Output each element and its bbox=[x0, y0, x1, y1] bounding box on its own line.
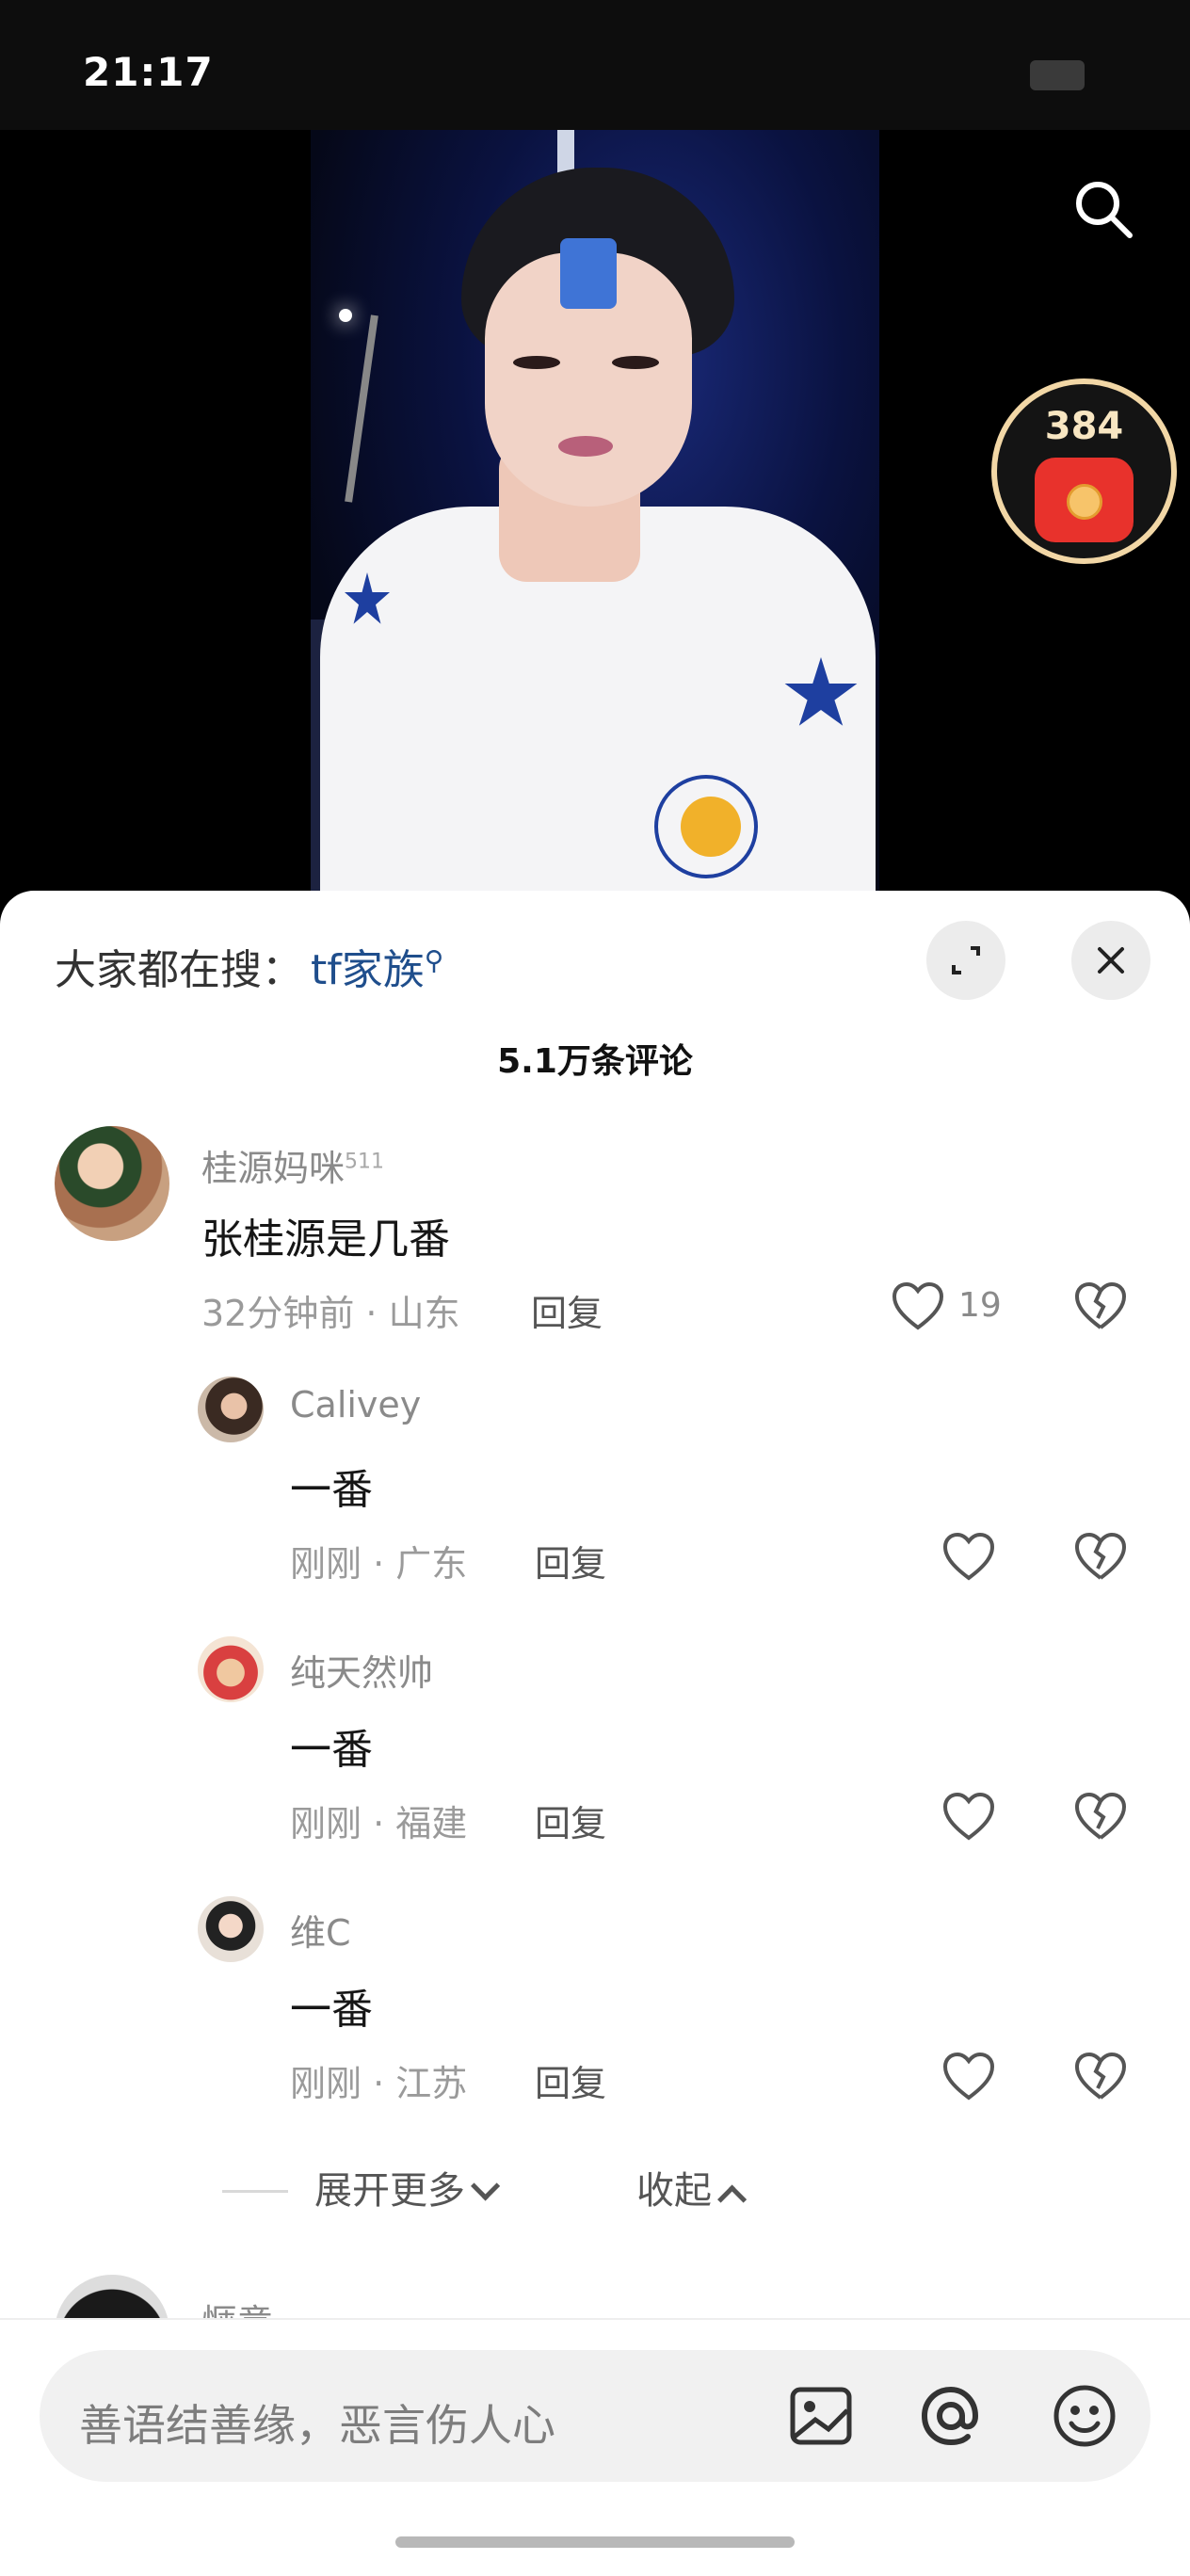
chevron-down-icon bbox=[471, 2171, 501, 2201]
video-frame bbox=[311, 130, 879, 894]
expand-button[interactable] bbox=[926, 921, 1005, 1000]
close-button[interactable] bbox=[1071, 921, 1150, 1000]
expand-more-button[interactable]: 展开更多 bbox=[314, 2160, 501, 2214]
comments-panel: 大家都在搜： tf家族⚲ 5.1万条评论 桂源妈咪511 张桂源是几番 32分钟前… bbox=[0, 891, 1190, 2576]
battery-icon bbox=[1030, 60, 1085, 90]
street-lamp bbox=[339, 309, 352, 322]
heart-icon[interactable] bbox=[941, 1531, 996, 1582]
avatar[interactable] bbox=[198, 1896, 264, 1962]
comment-count: 5.1万条评论 bbox=[497, 1042, 693, 1081]
trending-search[interactable]: 大家都在搜： tf家族⚲ bbox=[55, 936, 443, 996]
avatar[interactable] bbox=[198, 1636, 264, 1702]
comment-text[interactable]: 张桂源是几番 bbox=[201, 1205, 450, 1265]
left-eye bbox=[513, 356, 560, 369]
input-placeholder: 善语结善缘，恶言伤人心 bbox=[79, 2400, 555, 2451]
reply-button[interactable]: 回复 bbox=[535, 2054, 606, 2106]
close-icon bbox=[1098, 947, 1124, 974]
image-icon[interactable] bbox=[787, 2382, 855, 2450]
author-badge: 511 bbox=[345, 1150, 385, 1174]
broken-heart-icon[interactable] bbox=[1073, 1791, 1128, 1842]
comment-meta: 刚刚 · 广东 bbox=[290, 1543, 468, 1585]
collapse-button[interactable]: 收起 bbox=[636, 2160, 748, 2214]
heart-icon[interactable] bbox=[891, 1280, 945, 1331]
heart-icon[interactable] bbox=[941, 2051, 996, 2101]
lips bbox=[558, 436, 613, 457]
status-bar: 21:17 bbox=[0, 0, 1190, 130]
avatar[interactable] bbox=[55, 1126, 169, 1241]
comment-text[interactable]: 一番 bbox=[290, 1715, 373, 1776]
reply-button[interactable]: 回复 bbox=[535, 1795, 606, 1846]
emoji-icon[interactable] bbox=[1051, 2382, 1118, 2450]
comment-author[interactable]: 维C bbox=[290, 1904, 351, 1956]
right-eye bbox=[612, 356, 659, 369]
red-packet-count: 384 bbox=[1044, 405, 1124, 448]
comment-author[interactable]: Calivey bbox=[290, 1384, 421, 1425]
video-player[interactable]: 384 bbox=[0, 130, 1190, 894]
comment-meta: 32分钟前 · 山东 bbox=[201, 1293, 460, 1334]
divider bbox=[222, 2190, 288, 2193]
expand-icon bbox=[952, 946, 980, 974]
lamp-post bbox=[345, 314, 378, 503]
comment-text[interactable]: 一番 bbox=[290, 1975, 373, 2036]
status-time: 21:17 bbox=[83, 49, 214, 95]
headband bbox=[560, 238, 617, 309]
coin-icon bbox=[1067, 484, 1102, 520]
broken-heart-icon[interactable] bbox=[1073, 2051, 1128, 2101]
reply-button[interactable]: 回复 bbox=[535, 1535, 606, 1586]
trending-label: 大家都在搜： bbox=[55, 946, 303, 994]
home-indicator[interactable] bbox=[395, 2536, 795, 2548]
at-icon[interactable] bbox=[917, 2382, 985, 2450]
comment-author[interactable]: 桂源妈咪511 bbox=[201, 1139, 384, 1191]
broken-heart-icon[interactable] bbox=[1073, 1531, 1128, 1582]
comment-author[interactable]: 纯天然帅 bbox=[290, 1644, 433, 1696]
reply-controls: 展开更多 收起 bbox=[0, 2160, 1190, 2216]
comment-meta: 刚刚 · 福建 bbox=[290, 1803, 468, 1844]
heart-icon[interactable] bbox=[941, 1791, 996, 1842]
search-icon: ⚲ bbox=[424, 944, 444, 976]
comment-text[interactable]: 一番 bbox=[290, 1456, 373, 1516]
avatar[interactable] bbox=[198, 1377, 264, 1442]
red-packet-widget[interactable]: 384 bbox=[991, 378, 1177, 564]
like-count: 19 bbox=[958, 1286, 1002, 1325]
search-icon[interactable] bbox=[1069, 175, 1137, 243]
basketball-logo bbox=[681, 797, 741, 857]
chevron-up-icon bbox=[717, 2184, 748, 2214]
comment-input[interactable]: 善语结善缘，恶言伤人心 bbox=[40, 2350, 1150, 2482]
broken-heart-icon[interactable] bbox=[1073, 1280, 1128, 1331]
trending-term[interactable]: tf家族 bbox=[311, 946, 425, 994]
reply-button[interactable]: 回复 bbox=[531, 1284, 603, 1336]
comment-meta: 刚刚 · 江苏 bbox=[290, 2063, 468, 2104]
